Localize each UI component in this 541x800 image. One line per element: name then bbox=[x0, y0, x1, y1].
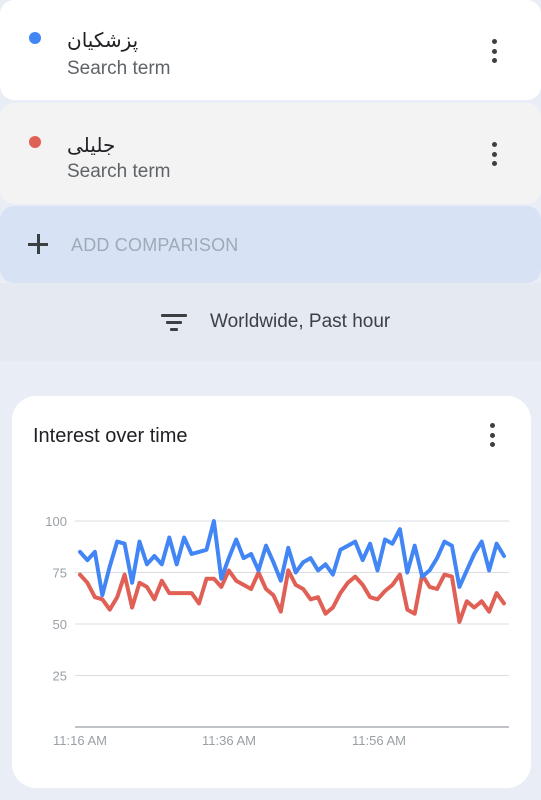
x-tick-label: 11:56 AM bbox=[352, 733, 406, 748]
y-tick-label: 50 bbox=[53, 617, 67, 632]
y-tick-label: 100 bbox=[45, 514, 67, 529]
y-tick-label: 75 bbox=[53, 566, 67, 581]
add-comparison-label: ADD COMPARISON bbox=[71, 235, 239, 255]
search-term-subtitle: Search term bbox=[67, 161, 171, 182]
x-tick-label: 11:36 AM bbox=[202, 733, 256, 748]
series-color-dot bbox=[29, 32, 41, 44]
search-term-card-2[interactable]: جلیلی Search term bbox=[0, 103, 541, 204]
filter-icon[interactable] bbox=[161, 313, 187, 331]
filter-label[interactable]: Worldwide, Past hour bbox=[210, 311, 390, 333]
y-tick-label: 25 bbox=[53, 669, 67, 684]
series-line bbox=[78, 568, 506, 624]
filter-bar: Worldwide, Past hour bbox=[0, 283, 541, 361]
interest-over-time-card: Interest over time 25 50 75 100 11:16 AM 11:3… bbox=[12, 396, 531, 788]
search-term-card-1[interactable]: پزشکیان Search term bbox=[0, 0, 541, 100]
search-term-subtitle: Search term bbox=[67, 58, 171, 79]
add-comparison-button[interactable]: ADD COMPARISON bbox=[0, 206, 541, 283]
interest-line-chart: 25 50 75 100 11:16 AM 11:36 AM 11:56 AM bbox=[45, 514, 509, 748]
x-tick-label: 11:16 AM bbox=[53, 733, 107, 748]
search-term-name: جلیلی bbox=[67, 133, 116, 157]
search-term-name: پزشکیان bbox=[67, 28, 139, 52]
plus-icon bbox=[28, 234, 48, 254]
more-vert-icon[interactable] bbox=[491, 39, 497, 63]
more-vert-icon[interactable] bbox=[491, 142, 497, 166]
series-color-dot bbox=[29, 136, 41, 148]
